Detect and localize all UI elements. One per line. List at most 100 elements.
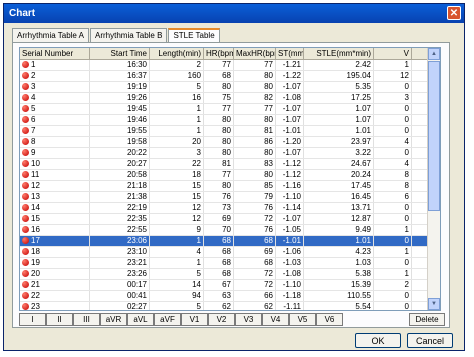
column-header[interactable]: ST(mm) bbox=[276, 48, 304, 59]
table-row[interactable]: 116:3027777-1.212.4210 bbox=[20, 60, 440, 71]
table-row[interactable]: 1823:1046869-1.064.2310 bbox=[20, 247, 440, 258]
column-header[interactable]: V bbox=[374, 48, 412, 59]
table-row[interactable]: 1221:18158085-1.1617.4580 bbox=[20, 181, 440, 192]
column-header[interactable]: Start Time bbox=[90, 48, 150, 59]
table-row[interactable]: 519:4517777-1.071.0700 bbox=[20, 104, 440, 115]
lead-button[interactable]: V4 bbox=[262, 313, 289, 326]
table-row[interactable]: 1522:35126972-1.0712.8700 bbox=[20, 214, 440, 225]
table-cell: 68 bbox=[204, 269, 234, 279]
table-cell: 15 bbox=[150, 181, 204, 191]
table-cell: 22:19 bbox=[90, 203, 150, 213]
table-cell: 23 bbox=[20, 302, 90, 310]
red-ball-icon bbox=[22, 303, 29, 310]
lead-button[interactable]: V6 bbox=[316, 313, 343, 326]
table-cell: 12.87 bbox=[304, 214, 374, 224]
table-row[interactable]: 819:58208086-1.2023.9743 bbox=[20, 137, 440, 148]
scroll-thumb[interactable] bbox=[428, 61, 440, 211]
table-cell: 20:22 bbox=[90, 148, 150, 158]
table-row[interactable]: 1120:58187780-1.1220.2480 bbox=[20, 170, 440, 181]
lead-button[interactable]: I bbox=[19, 313, 46, 326]
table-row[interactable]: 2100:17146772-1.1015.3921 bbox=[20, 280, 440, 291]
table-cell: 0 bbox=[374, 214, 412, 224]
table-cell: 0 bbox=[374, 291, 412, 301]
lead-button[interactable]: aVL bbox=[127, 313, 154, 326]
table-cell: 22:55 bbox=[90, 225, 150, 235]
table-cell: 19:19 bbox=[90, 82, 150, 92]
table-row[interactable]: 2302:2756262-1.115.5400 bbox=[20, 302, 440, 310]
lead-button[interactable]: V3 bbox=[235, 313, 262, 326]
table-cell: 77 bbox=[204, 104, 234, 114]
lead-button[interactable]: V2 bbox=[208, 313, 235, 326]
lead-button[interactable]: aVR bbox=[100, 313, 127, 326]
table-cell: 80 bbox=[204, 115, 234, 125]
ok-button[interactable]: OK bbox=[355, 333, 401, 348]
tab-arrhythmia-b[interactable]: Arrhythmia Table B bbox=[90, 28, 168, 42]
table-cell: 23:21 bbox=[90, 258, 150, 268]
table-row[interactable]: 2200:41946366-1.18110.5500 bbox=[20, 291, 440, 302]
scroll-down-icon[interactable]: ▼ bbox=[428, 298, 440, 310]
serial-number: 22 bbox=[31, 291, 40, 300]
column-header[interactable]: HR(bpm) bbox=[204, 48, 234, 59]
table-cell: 0 bbox=[374, 148, 412, 158]
table-cell: 72 bbox=[234, 214, 276, 224]
table-cell: 2 bbox=[374, 280, 412, 290]
tab-arrhythmia-a[interactable]: Arrhythmia Table A bbox=[12, 28, 89, 42]
table-cell: 81 bbox=[234, 126, 276, 136]
table-cell: -1.07 bbox=[276, 148, 304, 158]
serial-number: 5 bbox=[31, 104, 36, 113]
table-row[interactable]: 719:5518081-1.011.0100 bbox=[20, 126, 440, 137]
stle-table[interactable]: Serial Number Start Time Length(min) HR(bp m… bbox=[19, 47, 441, 311]
table-cell: -1.06 bbox=[276, 247, 304, 257]
lead-button[interactable]: II bbox=[46, 313, 73, 326]
table-cell: 62 bbox=[234, 302, 276, 310]
column-header[interactable]: STLE(mm*min) bbox=[304, 48, 374, 59]
table-row[interactable]: 1020:27228183-1.1224.6741 bbox=[20, 159, 440, 170]
table-cell: 16 bbox=[150, 93, 204, 103]
lead-button[interactable]: aVF bbox=[154, 313, 181, 326]
table-cell: -1.12 bbox=[276, 170, 304, 180]
table-cell: 85 bbox=[234, 181, 276, 191]
table-cell: 9 bbox=[20, 148, 90, 158]
table-cell: 69 bbox=[204, 214, 234, 224]
delete-button[interactable]: Delete bbox=[409, 313, 445, 326]
table-row[interactable]: 319:1958080-1.075.3500 bbox=[20, 82, 440, 93]
vertical-scrollbar[interactable]: ▲ ▼ bbox=[427, 48, 440, 310]
table-row[interactable]: 419:26167582-1.0817.2530 bbox=[20, 93, 440, 104]
table-cell: 20.24 bbox=[304, 170, 374, 180]
table-cell: -1.01 bbox=[276, 126, 304, 136]
serial-number: 21 bbox=[31, 280, 40, 289]
close-button[interactable]: ✕ bbox=[447, 6, 461, 20]
table-cell: 1.07 bbox=[304, 115, 374, 125]
table-cell: -1.14 bbox=[276, 203, 304, 213]
table-row[interactable]: 920:2238080-1.073.2200 bbox=[20, 148, 440, 159]
table-cell: 80 bbox=[234, 82, 276, 92]
table-cell: 12 bbox=[20, 181, 90, 191]
scroll-up-icon[interactable]: ▲ bbox=[428, 48, 440, 60]
table-row[interactable]: 1321:38157679-1.1016.4560 bbox=[20, 192, 440, 203]
lead-button-bar: I II III aVR aVL aVF V1 V2 V3 V4 V5 V6 bbox=[19, 313, 343, 326]
column-header[interactable]: Length(min) bbox=[150, 48, 204, 59]
serial-number: 14 bbox=[31, 203, 40, 212]
tab-strip: Arrhythmia Table A Arrhythmia Table B ST… bbox=[12, 28, 221, 44]
table-row[interactable]: 216:371606880-1.22195.04122 bbox=[20, 71, 440, 82]
table-row[interactable]: 1622:5597076-1.059.4912 bbox=[20, 225, 440, 236]
table-row[interactable]: 619:4618080-1.071.0700 bbox=[20, 115, 440, 126]
table-row[interactable]: 1923:2116868-1.031.0300 bbox=[20, 258, 440, 269]
lead-button[interactable]: V1 bbox=[181, 313, 208, 326]
cancel-button[interactable]: Cancel bbox=[407, 333, 453, 348]
lead-button[interactable]: V5 bbox=[289, 313, 316, 326]
lead-button[interactable]: III bbox=[73, 313, 100, 326]
serial-number: 12 bbox=[31, 181, 40, 190]
red-ball-icon bbox=[22, 248, 29, 255]
table-row[interactable]: 1422:19127376-1.1413.7100 bbox=[20, 203, 440, 214]
table-cell: 80 bbox=[204, 82, 234, 92]
column-header[interactable]: MaxHR(bpm) bbox=[234, 48, 276, 59]
table-row[interactable]: 1723:0616868-1.011.0100 bbox=[20, 236, 440, 247]
table-cell: -1.21 bbox=[276, 60, 304, 70]
column-header[interactable]: Serial Number bbox=[20, 48, 90, 59]
table-row[interactable]: 2023:2656872-1.085.3810 bbox=[20, 269, 440, 280]
table-cell: 17.25 bbox=[304, 93, 374, 103]
red-ball-icon bbox=[22, 204, 29, 211]
table-cell: 23.97 bbox=[304, 137, 374, 147]
table-cell: 13 bbox=[20, 192, 90, 202]
